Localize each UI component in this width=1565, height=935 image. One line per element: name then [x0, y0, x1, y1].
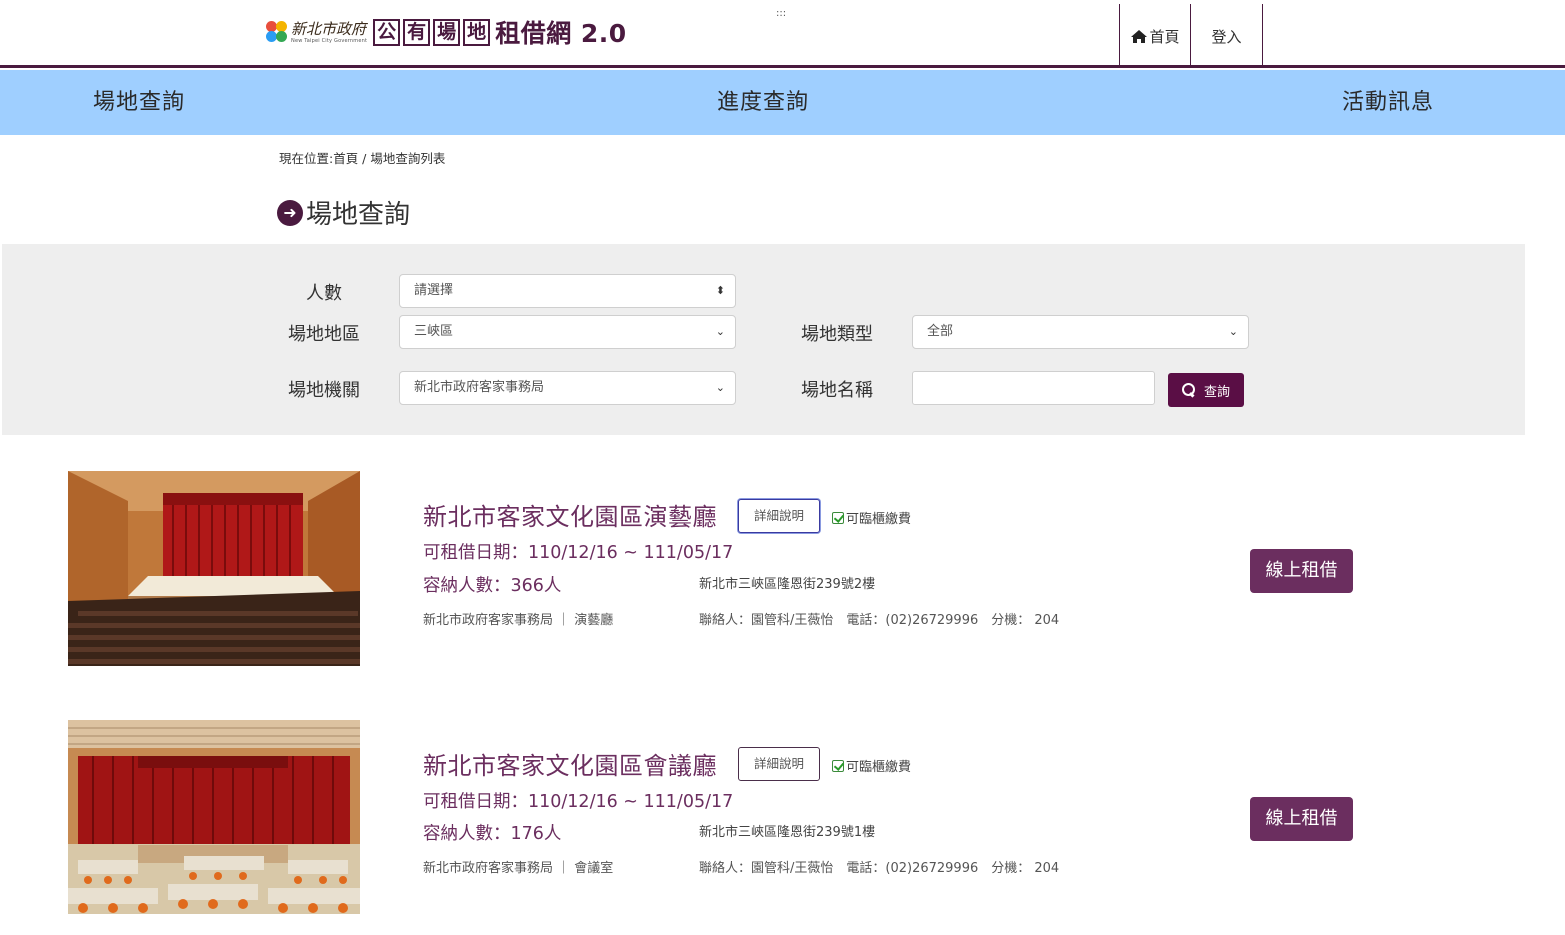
checkbox-checked-icon [832, 759, 844, 772]
rent-online-button[interactable]: 線上租借 [1250, 549, 1353, 593]
main-menu: 場地查詢 進度查詢 活動訊息 [0, 70, 1565, 135]
detail-button[interactable]: 詳細說明 [738, 747, 820, 781]
login-label: 登入 [1211, 27, 1242, 46]
venue-title[interactable]: 新北市客家文化園區演藝廳 [423, 497, 717, 532]
people-label: 人數 [306, 283, 342, 304]
site-header: 新北市政府 New Taipei City Government 公 有 場 地… [0, 0, 1565, 68]
city-emblem-icon [266, 21, 288, 43]
checkbox-checked-icon [832, 511, 844, 524]
chevron-down-icon: ⌄ [1228, 325, 1238, 338]
site-logo[interactable]: 新北市政府 New Taipei City Government 公 有 場 地… [266, 14, 627, 50]
query-label: 查詢 [1203, 384, 1230, 400]
detail-button[interactable]: 詳細說明 [738, 499, 820, 533]
people-select[interactable]: 請選擇 ⬍ [399, 274, 736, 308]
counter-pay-badge: 可臨櫃繳費 [832, 756, 911, 775]
logo-gov-name: 新北市政府 [291, 20, 367, 38]
venue-organization: 新北市政府客家事務局 ｜ 演藝廳 [423, 613, 614, 628]
logo-char: 地 [463, 18, 491, 46]
home-icon [1130, 29, 1148, 44]
type-select-value: 全部 [927, 324, 954, 339]
venue-address: 新北市三峽區隆恩街239號2樓 [699, 577, 876, 592]
menu-item-progress-search[interactable]: 進度查詢 [717, 70, 809, 135]
menu-item-venue-search[interactable]: 場地查詢 [93, 70, 185, 135]
counter-pay-badge: 可臨櫃繳費 [832, 508, 911, 527]
search-icon [1181, 383, 1196, 397]
people-select-value: 請選擇 [414, 283, 454, 298]
breadcrumb: 現在位置:首頁 / 場地查詢列表 [279, 151, 446, 166]
search-panel [2, 244, 1525, 435]
region-select[interactable]: 三峽區 ⌄ [399, 315, 736, 349]
agency-select[interactable]: 新北市政府客家事務局 ⌄ [399, 371, 736, 405]
venue-address: 新北市三峽區隆恩街239號1樓 [699, 825, 876, 840]
query-button[interactable]: 查詢 [1168, 373, 1244, 407]
logo-char: 公 [373, 18, 401, 46]
region-select-value: 三峽區 [414, 324, 454, 339]
type-label: 場地類型 [801, 324, 873, 345]
counter-pay-label: 可臨櫃繳費 [846, 760, 912, 775]
venue-organization: 新北市政府客家事務局 ｜ 會議室 [423, 861, 614, 876]
page-title-text: 場地查詢 [306, 200, 411, 230]
venue-rental-dates: 可租借日期：110/12/16 ~ 111/05/17 [423, 543, 734, 563]
venue-title[interactable]: 新北市客家文化園區會議廳 [423, 746, 717, 781]
home-label: 首頁 [1149, 27, 1180, 46]
chevron-down-icon: ⌄ [715, 381, 725, 394]
agency-label: 場地機關 [288, 380, 360, 401]
home-button[interactable]: 首頁 [1119, 4, 1191, 68]
venue-contact: 聯絡人：園管科/王薇怡 電話：(02)26729996 分機： 204 [699, 861, 1060, 876]
chevron-down-icon: ⌄ [715, 325, 725, 338]
updown-arrow-icon: ⬍ [715, 284, 725, 297]
arrow-circle-right-icon: ➜ [277, 199, 303, 226]
counter-pay-label: 可臨櫃繳費 [846, 512, 912, 527]
page-title: ➜ 場地查詢 [277, 194, 410, 231]
logo-char: 有 [403, 18, 431, 46]
venue-card: 新北市客家文化園區會議廳 詳細說明 可臨櫃繳費 可租借日期：110/12/16 … [0, 720, 1565, 920]
venue-rental-dates: 可租借日期：110/12/16 ~ 111/05/17 [423, 792, 734, 812]
logo-title: 租借網 2.0 [495, 19, 627, 48]
venue-card: 新北市客家文化園區演藝廳 詳細說明 可臨櫃繳費 可租借日期：110/12/16 … [0, 471, 1565, 671]
venue-photo[interactable] [68, 471, 360, 666]
logo-char: 場 [433, 18, 461, 46]
type-select[interactable]: 全部 ⌄ [912, 315, 1249, 349]
venue-name-label: 場地名稱 [801, 380, 873, 401]
rent-online-button[interactable]: 線上租借 [1250, 797, 1353, 841]
agency-select-value: 新北市政府客家事務局 [414, 380, 545, 395]
venue-name-input[interactable] [912, 371, 1155, 405]
venue-capacity: 容納人數：366人 [423, 576, 562, 596]
region-label: 場地地區 [288, 324, 360, 345]
logo-gov-english: New Taipei City Government [291, 38, 368, 44]
accesskey-dots[interactable]: ::: [776, 8, 786, 19]
venue-photo[interactable] [68, 720, 360, 914]
menu-item-event-news[interactable]: 活動訊息 [1342, 70, 1434, 135]
venue-contact: 聯絡人：園管科/王薇怡 電話：(02)26729996 分機： 204 [699, 613, 1060, 628]
venue-capacity: 容納人數：176人 [423, 824, 562, 844]
login-button[interactable]: 登入 [1191, 4, 1263, 68]
